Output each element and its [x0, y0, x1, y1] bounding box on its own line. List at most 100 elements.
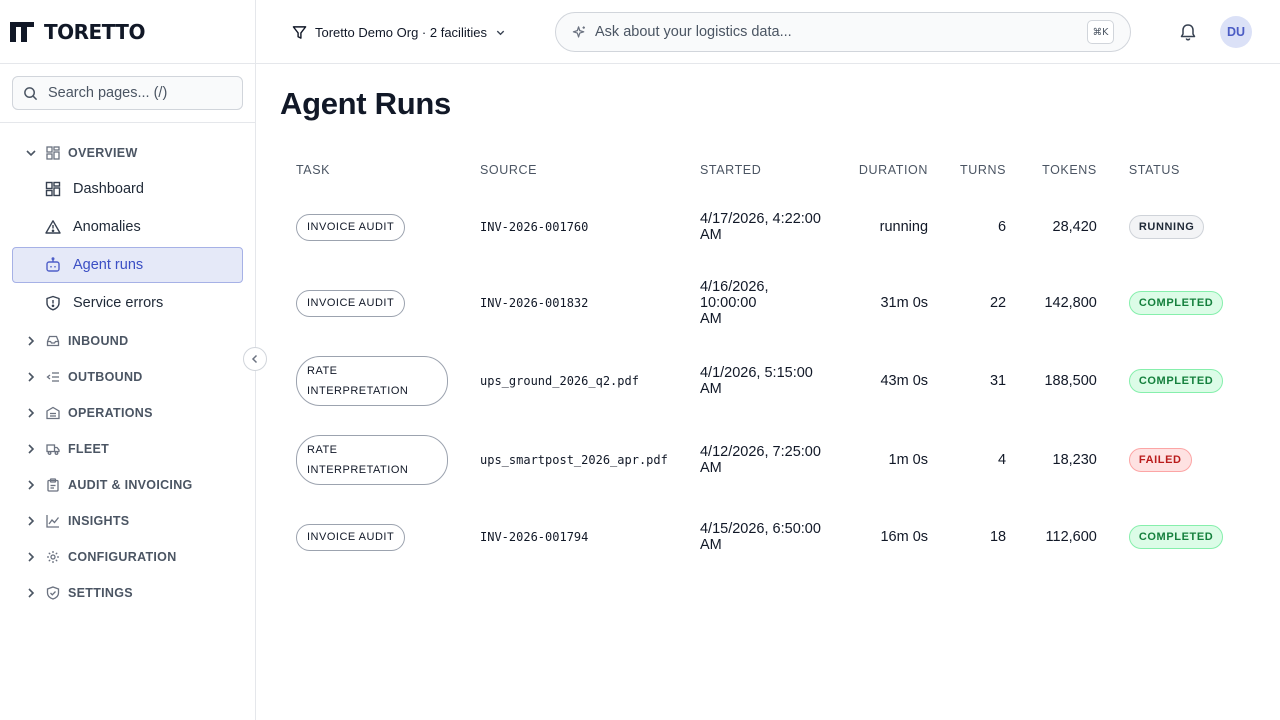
table-row[interactable]: RATE INTERPRETATION ups_smartpost_2026_ap…: [280, 420, 1256, 499]
column-header-task[interactable]: TASK: [280, 150, 464, 189]
sidebar-item-dashboard[interactable]: Dashboard: [12, 171, 243, 207]
nav-group-label: SETTINGS: [68, 586, 133, 600]
status-badge: COMPLETED: [1128, 525, 1224, 549]
nav-group-settings[interactable]: SETTINGS: [0, 575, 255, 611]
column-header-started[interactable]: STARTED: [684, 150, 843, 189]
nav-group-label: OUTBOUND: [68, 370, 143, 384]
table-row[interactable]: RATE INTERPRETATION ups_ground_2026_q2.pd…: [280, 341, 1256, 420]
ask-ai-input[interactable]: Ask about your logistics data... ⌘K: [555, 12, 1131, 52]
nav-group-inbound[interactable]: INBOUND: [0, 323, 255, 359]
run-turns: 18: [989, 529, 1007, 545]
run-started-date: 4/15/2026, 6:50:00: [699, 521, 821, 537]
bot-icon: [46, 257, 60, 272]
warning-triangle-icon: [45, 220, 61, 234]
table-header-row: TASK SOURCE STARTED DURATION TURNS TOKEN…: [280, 150, 1256, 189]
run-duration: 1m 0s: [888, 451, 929, 468]
page-title: Agent Runs: [280, 86, 451, 121]
run-tokens: 28,420: [1052, 219, 1097, 235]
task-type-tag[interactable]: INVOICE AUDIT: [296, 289, 406, 317]
nav-group-configuration[interactable]: CONFIGURATION: [0, 539, 255, 575]
run-started-ampm: AM: [699, 537, 722, 553]
clipboard-icon: [47, 478, 59, 492]
page-search-input[interactable]: Search pages... (/): [12, 76, 243, 110]
nav-group-fleet[interactable]: FLEET: [0, 431, 255, 467]
nav-group-operations[interactable]: OPERATIONS: [0, 395, 255, 431]
sidebar-nav: OVERVIEW Dashboard Anomalies Agent runs …: [0, 123, 255, 611]
chevron-right-icon: [28, 552, 35, 562]
org-filter-dropdown[interactable]: Toretto Demo Org · 2 facilities: [292, 20, 506, 44]
run-duration: 31m 0s: [880, 295, 929, 311]
task-type-tag[interactable]: RATE INTERPRETATION: [296, 355, 448, 406]
sidebar-item-agent-runs[interactable]: Agent runs: [12, 247, 243, 283]
sidebar-item-label: Service errors: [73, 295, 164, 311]
user-avatar[interactable]: DU: [1220, 16, 1252, 48]
column-header-source[interactable]: SOURCE: [464, 150, 684, 189]
gear-icon: [47, 551, 59, 563]
column-header-tokens[interactable]: TOKENS: [1022, 150, 1113, 189]
agent-runs-table: TASK SOURCE STARTED DURATION TURNS TOKEN…: [280, 150, 1256, 575]
toretto-logo-icon: [10, 21, 34, 42]
inbox-icon: [46, 335, 60, 347]
filter-icon: [292, 25, 307, 39]
run-duration: running: [879, 219, 929, 235]
sidebar: TORETTO Search pages... (/) OVERVIEW Das…: [0, 0, 256, 720]
chevron-right-icon: [28, 336, 35, 346]
page-search-placeholder: Search pages... (/): [48, 85, 168, 101]
nav-group-overview[interactable]: OVERVIEW: [0, 135, 255, 171]
run-tokens: 18,230: [1052, 451, 1097, 468]
task-type-tag[interactable]: RATE INTERPRETATION: [296, 434, 448, 485]
truck-icon: [46, 444, 60, 455]
run-source: ups_smartpost_2026_apr.pdf: [480, 452, 668, 467]
run-started: 4/12/2026, 7:25:00 AM: [684, 420, 843, 499]
nav-group-label: INBOUND: [68, 334, 129, 348]
task-type-tag-line2: INTERPRETATION: [307, 463, 409, 476]
task-type-tag-line1: RATE: [307, 443, 338, 456]
run-started-ampm: AM: [699, 227, 722, 243]
nav-group-label: OPERATIONS: [68, 406, 153, 420]
nav-group-insights[interactable]: INSIGHTS: [0, 503, 255, 539]
run-source: INV-2026-001794: [480, 530, 589, 544]
nav-group-audit-invoicing[interactable]: AUDIT & INVOICING: [0, 467, 255, 503]
column-header-duration[interactable]: DURATION: [843, 150, 944, 189]
chevron-down-icon: [26, 150, 36, 157]
task-type-tag[interactable]: INVOICE AUDIT: [296, 523, 406, 551]
nav-group-label: CONFIGURATION: [68, 550, 177, 564]
collapse-sidebar-button[interactable]: [243, 347, 267, 371]
layout-grid-icon: [46, 146, 60, 160]
chevron-left-icon: [251, 354, 258, 364]
run-source: INV-2026-001832: [480, 296, 589, 310]
run-tokens: 112,600: [1045, 529, 1097, 545]
nav-group-label: OVERVIEW: [68, 146, 138, 160]
sparkle-icon: [572, 25, 585, 38]
run-source: ups_ground_2026_q2.pdf: [480, 373, 639, 388]
sidebar-item-anomalies[interactable]: Anomalies: [12, 209, 243, 245]
run-turns: 22: [989, 295, 1007, 311]
table-row[interactable]: INVOICE AUDIT INV-2026-001794 4/15/2026,…: [280, 499, 1256, 575]
shield-check-icon: [46, 586, 60, 600]
chevron-down-icon: [496, 30, 505, 35]
brand-logo[interactable]: TORETTO: [0, 0, 255, 64]
line-chart-icon: [46, 515, 60, 528]
run-started-date: 4/12/2026, 7:25:00: [699, 443, 821, 460]
shield-alert-icon: [46, 295, 60, 311]
column-header-status[interactable]: STATUS: [1113, 150, 1256, 189]
chevron-right-icon: [28, 480, 35, 490]
nav-group-label: AUDIT & INVOICING: [68, 478, 193, 492]
run-started-date: 4/1/2026, 5:15:00 AM: [699, 364, 813, 397]
keyboard-shortcut-badge: ⌘K: [1087, 20, 1114, 44]
brand-name: TORETTO: [44, 19, 145, 44]
notifications-bell-icon[interactable]: [1178, 22, 1198, 42]
task-type-tag[interactable]: INVOICE AUDIT: [296, 213, 406, 241]
run-tokens: 142,800: [1044, 295, 1097, 311]
status-badge: RUNNING: [1128, 215, 1205, 239]
run-started-date: 4/17/2026, 4:22:00: [699, 211, 821, 227]
nav-group-label: FLEET: [68, 442, 110, 456]
nav-group-outbound[interactable]: OUTBOUND: [0, 359, 255, 395]
warehouse-icon: [46, 406, 60, 420]
table-row[interactable]: INVOICE AUDIT INV-2026-001760 4/17/2026,…: [280, 189, 1256, 265]
sidebar-item-service-errors[interactable]: Service errors: [12, 285, 243, 321]
table-row[interactable]: INVOICE AUDIT INV-2026-001832 4/16/2026,…: [280, 265, 1256, 341]
column-header-turns[interactable]: TURNS: [944, 150, 1022, 189]
nav-group-label: INSIGHTS: [68, 514, 130, 528]
run-turns: 4: [998, 451, 1007, 468]
